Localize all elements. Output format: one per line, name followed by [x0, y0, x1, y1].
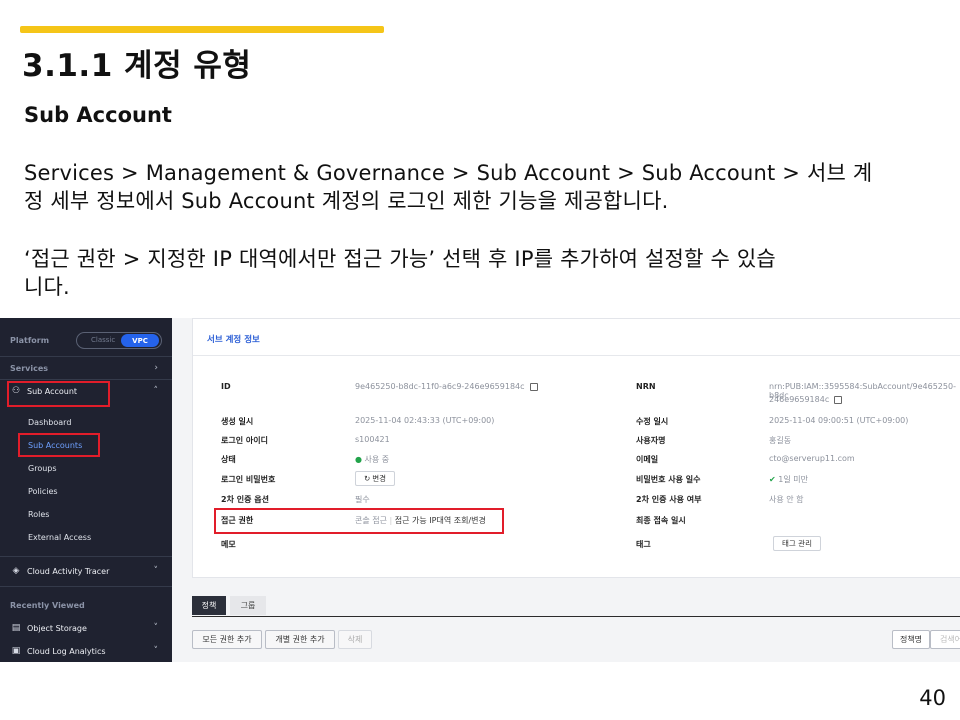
sidebar-subitem-groups[interactable]: Groups	[0, 458, 172, 478]
last-login-label: 최종 접속 일시	[636, 516, 686, 525]
delete-button[interactable]: 삭제	[338, 630, 372, 649]
password-change-button[interactable]: ↻ 변경	[355, 471, 395, 486]
username-label: 사용자명	[636, 436, 666, 445]
slide-title: 3.1.1 계정 유형	[22, 48, 252, 84]
sidebar-subitem-label: External Access	[28, 532, 92, 542]
page-number: 40	[919, 686, 946, 710]
email-label: 이메일	[636, 455, 659, 464]
sidebar-subitem-roles[interactable]: Roles	[0, 504, 172, 524]
nrn-text: 246e9659184c	[769, 395, 830, 404]
paragraph-1-line-1: Services > Management & Governance > Sub…	[24, 161, 873, 185]
detail-tabs: 정책 그룹	[192, 596, 960, 617]
status-value: ● 사용 중	[355, 454, 389, 465]
chevron-right-icon: ›	[154, 363, 158, 373]
platform-toggle[interactable]: Classic VPC	[76, 332, 162, 349]
sidebar-item-label: Cloud Activity Tracer	[27, 566, 110, 576]
activity-tracer-icon: ◈	[12, 566, 20, 576]
pw-days-text: 1일 미만	[778, 475, 808, 484]
login-id-value: s100421	[355, 435, 390, 444]
highlight-box-sub-accounts	[18, 433, 100, 457]
card-divider	[193, 355, 960, 356]
id-value: 9e465250-b8dc-11f0-a6c9-246e9659184c	[355, 382, 538, 391]
log-analytics-icon: ▣	[11, 646, 21, 656]
modified-label: 수정 일시	[636, 417, 669, 426]
copy-icon[interactable]	[529, 382, 538, 391]
mfa-option-value: 필수	[355, 495, 370, 504]
mfa-use-value: 사용 안 함	[769, 495, 804, 504]
id-text: 9e465250-b8dc-11f0-a6c9-246e9659184c	[355, 382, 525, 391]
sidebar-subitem-label: Policies	[28, 486, 58, 496]
sidebar: Platform Classic VPC Services › ⚇ Sub Ac…	[0, 318, 172, 662]
tag-label: 태그	[636, 540, 651, 549]
main-content: 서브 계정 정보 ID 9e465250-b8dc-11f0-a6c9-246e…	[192, 318, 960, 662]
mfa-option-label: 2차 인증 옵션	[221, 495, 269, 504]
password-change-label: 변경	[372, 474, 387, 483]
console-screenshot: Platform Classic VPC Services › ⚇ Sub Ac…	[0, 318, 960, 662]
sidebar-subitem-label: Groups	[28, 463, 57, 473]
id-label: ID	[221, 382, 231, 391]
recently-viewed-label: Recently Viewed	[10, 600, 85, 610]
add-all-permissions-button[interactable]: 모든 권한 추가	[192, 630, 262, 649]
title-accent-bar	[20, 26, 384, 33]
search-input[interactable]: 검색어	[930, 630, 960, 649]
paragraph-2-line-1: ‘접근 권한 > 지정한 IP 대역에서만 접근 가능’ 선택 후 IP를 추가…	[24, 247, 776, 271]
tab-policies[interactable]: 정책	[192, 596, 226, 615]
nrn-label: NRN	[636, 382, 656, 391]
login-id-label: 로그인 아이디	[221, 436, 268, 445]
modified-value: 2025-11-04 09:00:51 (UTC+09:00)	[769, 416, 909, 425]
password-label: 로그인 비밀번호	[221, 475, 276, 484]
refresh-icon: ↻	[363, 474, 371, 483]
sidebar-item-cloud-activity-tracer[interactable]: ◈ Cloud Activity Tracer ˅	[0, 561, 172, 581]
sidebar-item-label: Cloud Log Analytics	[27, 646, 106, 656]
sidebar-item-label: Object Storage	[27, 623, 87, 633]
created-value: 2025-11-04 02:43:33 (UTC+09:00)	[355, 416, 495, 425]
status-text: 사용 중	[364, 455, 390, 464]
services-menu[interactable]: Services ›	[0, 358, 172, 378]
sidebar-subitem-external-access[interactable]: External Access	[0, 527, 172, 547]
status-label: 상태	[221, 455, 236, 464]
username-value: 홍길동	[769, 436, 792, 445]
pw-days-value: ✔ 1일 미만	[769, 474, 808, 485]
highlight-box-access	[214, 508, 504, 534]
platform-label: Platform	[10, 335, 50, 345]
memo-label: 메모	[221, 540, 236, 549]
sidebar-subitem-policies[interactable]: Policies	[0, 481, 172, 501]
copy-icon[interactable]	[834, 395, 843, 404]
card-title: 서브 계정 정보	[207, 335, 260, 345]
toggle-vpc[interactable]: VPC	[121, 334, 159, 347]
created-label: 생성 일시	[221, 417, 254, 426]
highlight-box-sub-account	[7, 381, 110, 407]
toggle-classic[interactable]: Classic	[91, 336, 115, 344]
pw-days-label: 비밀번호 사용 일수	[636, 475, 701, 484]
nrn-value-line-2: 246e9659184c	[769, 395, 843, 404]
sidebar-item-cloud-log-analytics[interactable]: ▣ Cloud Log Analytics ˅	[0, 641, 172, 661]
add-individual-permission-button[interactable]: 개별 권한 추가	[265, 630, 335, 649]
sidebar-item-object-storage[interactable]: ▤ Object Storage ˅	[0, 618, 172, 638]
sub-account-info-card: 서브 계정 정보 ID 9e465250-b8dc-11f0-a6c9-246e…	[192, 318, 960, 578]
description-paragraph-1: Services > Management & Governance > Sub…	[24, 159, 944, 215]
check-circle-icon: ✔	[769, 475, 776, 484]
paragraph-1-line-2: 정 세부 정보에서 Sub Account 계정의 로그인 제한 기능을 제공합…	[24, 189, 669, 213]
chevron-down-icon: ˅	[153, 566, 159, 576]
paragraph-2-line-2: 니다.	[24, 275, 70, 299]
sidebar-subitem-label: Roles	[28, 509, 50, 519]
status-dot-icon: ●	[355, 455, 362, 464]
description-paragraph-2: ‘접근 권한 > 지정한 IP 대역에서만 접근 가능’ 선택 후 IP를 추가…	[24, 245, 944, 301]
tab-groups[interactable]: 그룹	[230, 596, 266, 615]
section-subtitle: Sub Account	[24, 103, 172, 127]
sidebar-subitem-label: Dashboard	[28, 417, 72, 427]
email-value: cto@serverup11.com	[769, 454, 855, 463]
sidebar-subitem-dashboard[interactable]: Dashboard	[0, 412, 172, 432]
mfa-use-label: 2차 인증 사용 여부	[636, 495, 702, 504]
policy-name-filter[interactable]: 정책명	[892, 630, 930, 649]
chevron-down-icon: ˅	[153, 623, 159, 633]
chevron-up-icon: ˄	[153, 386, 159, 396]
chevron-down-icon: ˅	[153, 646, 159, 656]
storage-icon: ▤	[11, 623, 21, 633]
tag-manage-button[interactable]: 태그 관리	[773, 536, 821, 551]
services-label: Services	[10, 363, 49, 373]
